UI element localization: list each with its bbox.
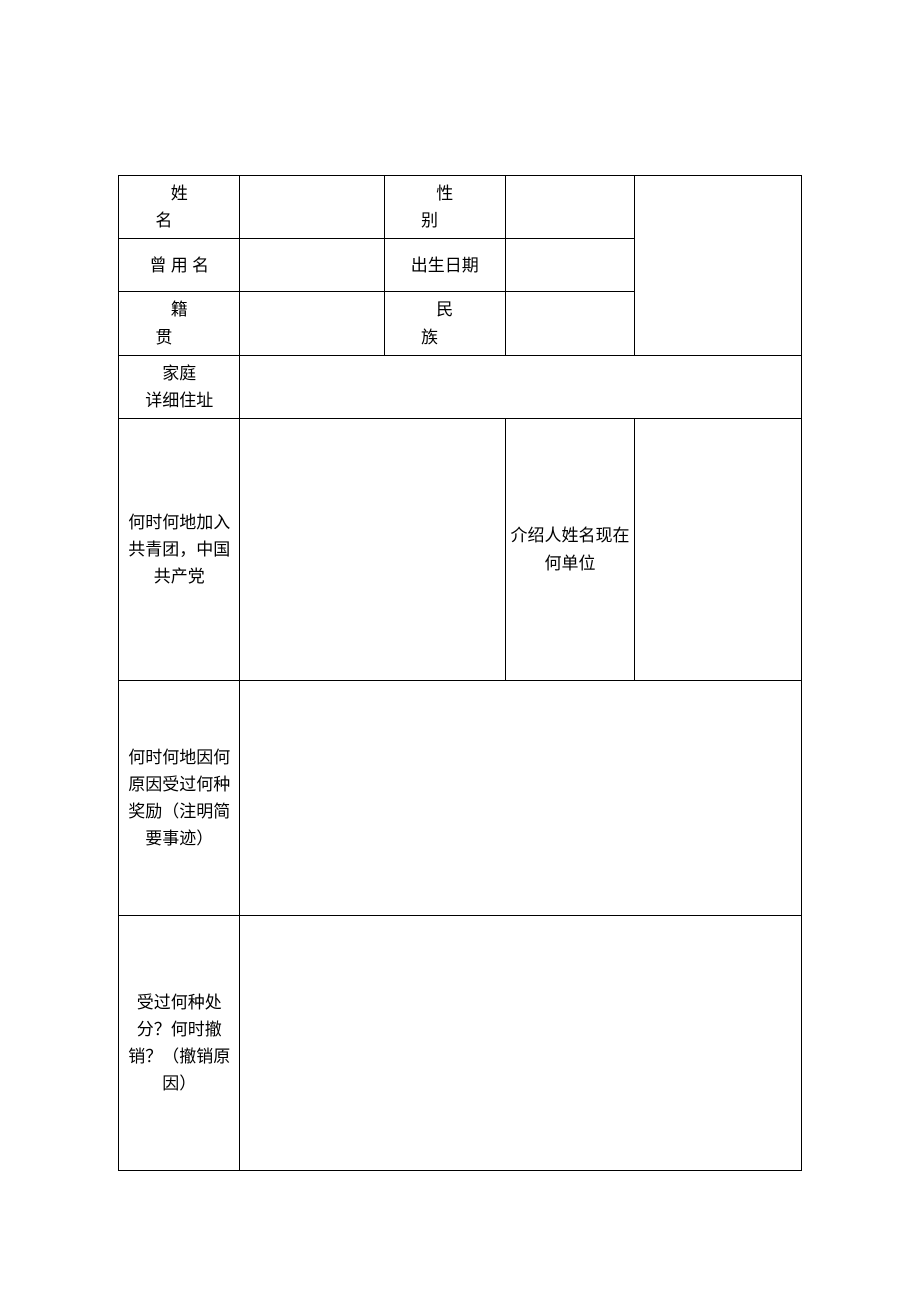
value-introducer[interactable] [635, 419, 802, 681]
value-native-place[interactable] [240, 292, 384, 355]
value-ethnicity[interactable] [506, 292, 635, 355]
label-ethnicity: 民族 [384, 292, 505, 355]
label-native-place: 籍贯 [119, 292, 240, 355]
value-name[interactable] [240, 176, 384, 239]
value-awards[interactable] [240, 681, 802, 916]
photo-area[interactable] [635, 176, 802, 356]
label-party-join: 何时何地加入共青团，中国共产党 [119, 419, 240, 681]
personal-info-form: 姓名 性别 曾 用 名 出生日期 籍贯 民族 家庭详细住址 何时何地加入共青团，… [118, 175, 802, 1171]
label-name: 姓名 [119, 176, 240, 239]
label-former-name: 曾 用 名 [119, 239, 240, 292]
label-introducer: 介绍人姓名现在何单位 [506, 419, 635, 681]
value-party-join[interactable] [240, 419, 506, 681]
label-awards: 何时何地因何原因受过何种奖励（注明简要事迹） [119, 681, 240, 916]
value-punishments[interactable] [240, 916, 802, 1171]
label-punishments: 受过何种处分？何时撤销？（撤销原因） [119, 916, 240, 1171]
label-gender: 性别 [384, 176, 505, 239]
label-birth-date: 出生日期 [384, 239, 505, 292]
label-address: 家庭详细住址 [119, 355, 240, 418]
value-former-name[interactable] [240, 239, 384, 292]
value-birth-date[interactable] [506, 239, 635, 292]
value-address[interactable] [240, 355, 802, 418]
value-gender[interactable] [506, 176, 635, 239]
